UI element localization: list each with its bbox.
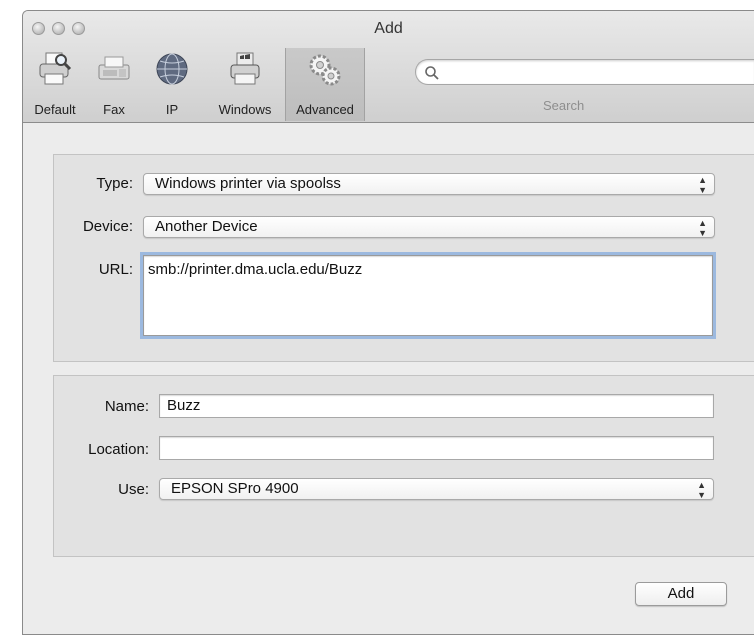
popup-arrows-icon: ▲ ▼ <box>698 218 707 238</box>
name-field[interactable]: Buzz <box>159 394 714 418</box>
advanced-gear-icon <box>309 54 341 86</box>
toolbar-item-label: Windows <box>218 102 272 117</box>
url-field[interactable]: smb://printer.dma.ucla.edu/Buzz <box>143 255 713 336</box>
default-printer-icon <box>39 52 72 85</box>
search-icon <box>425 66 439 80</box>
use-label: Use: <box>118 481 149 498</box>
ip-globe-icon <box>156 53 188 85</box>
location-field[interactable] <box>159 436 714 460</box>
toolbar: Add Default Fax IP Windows Advanced Sear… <box>23 11 754 123</box>
add-printer-window: Add Default Fax IP Windows Advanced Sear… <box>22 10 754 635</box>
toolbar-item-label: IP <box>165 102 179 117</box>
toolbar-item-windows[interactable]: Windows <box>213 51 277 121</box>
name-label: Name: <box>104 398 149 415</box>
printer-info-panel: Name: Buzz Location: Use: EPSON SPro 490… <box>53 375 754 557</box>
device-popup-value: Another Device <box>155 218 258 235</box>
popup-arrows-icon: ▲ ▼ <box>697 480 706 500</box>
add-button[interactable]: Add <box>635 582 727 606</box>
toolbar-item-advanced[interactable]: Advanced <box>285 48 365 121</box>
search-field[interactable] <box>415 59 754 85</box>
toolbar-item-fax[interactable]: Fax <box>87 51 141 121</box>
device-label: Device: <box>82 218 133 235</box>
toolbar-item-label: Advanced <box>296 102 354 117</box>
toolbar-item-default[interactable]: Default <box>23 51 87 121</box>
popup-arrows-icon: ▲ ▼ <box>698 175 707 195</box>
type-popup[interactable]: Windows printer via spoolss ▲ ▼ <box>143 173 715 195</box>
device-popup[interactable]: Another Device ▲ ▼ <box>143 216 715 238</box>
search-label: Search <box>543 98 585 113</box>
toolbar-item-label: Fax <box>103 102 125 117</box>
toolbar-item-ip[interactable]: IP <box>145 51 199 121</box>
use-popup-value: EPSON SPro 4900 <box>171 480 299 497</box>
window-title: Add <box>374 20 403 37</box>
toolbar-item-label: Default <box>34 102 76 117</box>
use-popup[interactable]: EPSON SPro 4900 ▲ ▼ <box>159 478 714 500</box>
location-label: Location: <box>88 441 149 458</box>
url-label: URL: <box>98 261 133 278</box>
windows-printer-icon <box>230 52 260 85</box>
fax-icon <box>98 56 130 80</box>
type-popup-value: Windows printer via spoolss <box>155 175 341 192</box>
device-panel: Type: Windows printer via spoolss ▲ ▼ Dev… <box>53 154 754 362</box>
type-label: Type: <box>96 175 133 192</box>
